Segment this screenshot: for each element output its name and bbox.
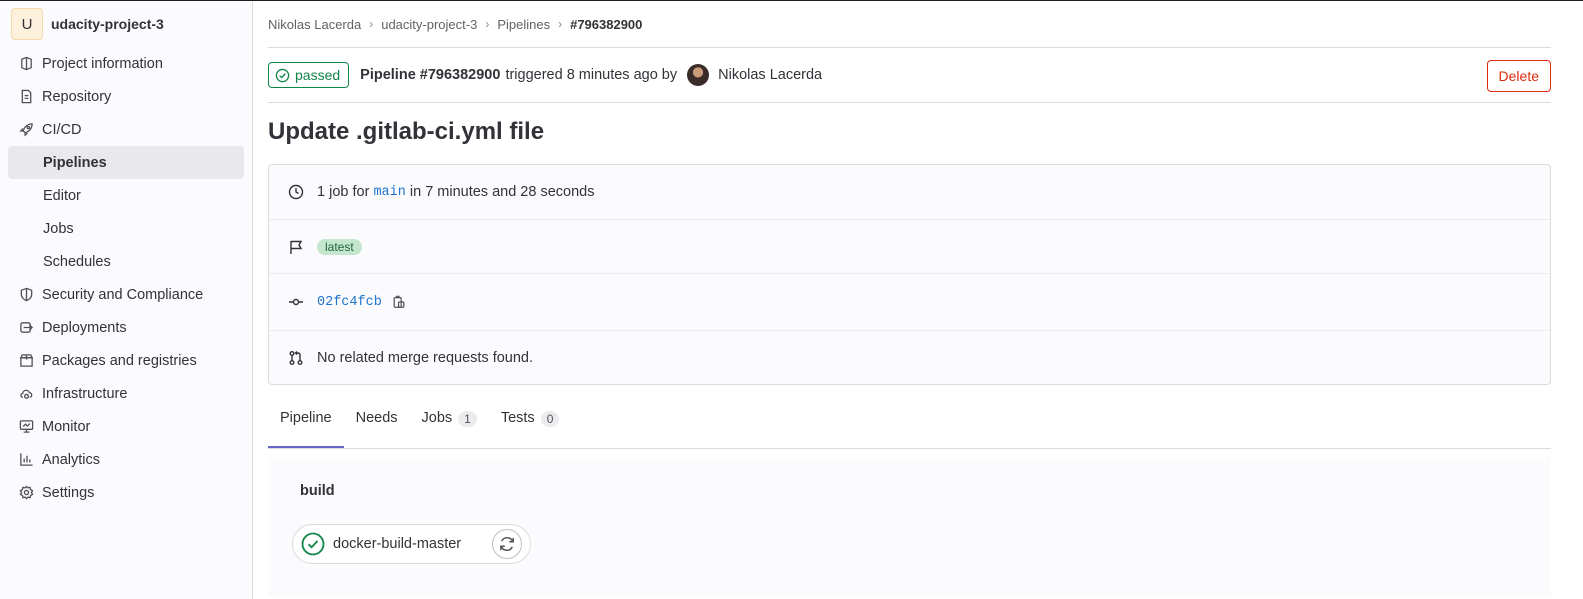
sidebar-item-label: CI/CD [42,121,82,138]
user-name[interactable]: Nikolas Lacerda [718,67,822,83]
sidebar-item-infrastructure[interactable]: Infrastructure [8,377,244,410]
sidebar-item-label: Pipelines [43,154,107,171]
pipeline-meta: triggered 8 minutes ago by [505,67,678,83]
pipeline-id: Pipeline #796382900 [360,67,501,83]
commit-sha-link[interactable]: 02fc4fcb [317,295,382,310]
sidebar-item-label: Packages and registries [42,352,197,369]
breadcrumb-item[interactable]: Pipelines [497,17,550,32]
sidebar-item-cicd[interactable]: CI/CD [8,113,244,146]
merge-request-icon [289,350,303,365]
tab-label: Tests [500,410,535,426]
info-row-merge-requests: No related merge requests found. [269,331,1550,384]
cloud-gear-icon [18,386,34,402]
flag-icon [290,240,303,254]
tag-badge: latest [317,238,362,255]
breadcrumb-item[interactable]: udacity-project-3 [381,17,477,32]
info-row-tags: latest [269,220,1550,274]
clock-icon [288,184,304,200]
sidebar-item-analytics[interactable]: Analytics [8,443,244,476]
status-label: passed [295,67,341,83]
chevron-right-icon: › [369,17,374,31]
commit-icon [289,298,303,306]
sidebar-item-repository[interactable]: Repository [8,80,244,113]
sidebar-item-label: Analytics [42,451,101,468]
copy-icon[interactable] [392,295,406,309]
status-badge[interactable]: passed [268,62,350,88]
chevron-right-icon: › [485,17,490,31]
deployments-icon [18,320,34,336]
sidebar-item-jobs[interactable]: Jobs [8,212,244,245]
sidebar-item-label: Infrastructure [42,385,128,402]
main-content: Nikolas Lacerda › udacity-project-3 › Pi… [268,1,1551,597]
monitor-icon [18,419,34,435]
success-icon [301,532,325,556]
sidebar-item-schedules[interactable]: Schedules [8,245,244,278]
pipeline-graph: build docker-build-master [268,457,1551,597]
retry-button[interactable] [492,529,522,559]
count-badge: 1 [458,411,477,427]
stage-title: build [300,483,335,499]
breadcrumb-item[interactable]: Nikolas Lacerda [268,17,361,32]
rocket-icon [18,122,34,138]
sidebar-item-label: Settings [42,484,95,501]
pipeline-header: passed Pipeline #796382900 triggered 8 m… [268,48,1551,103]
sidebar-item-label: Schedules [43,253,111,270]
tab-pipeline[interactable]: Pipeline [268,410,344,448]
tab-jobs[interactable]: Jobs 1 [410,410,489,448]
project-name[interactable]: udacity-project-3 [51,16,164,32]
avatar[interactable] [687,64,710,86]
sidebar-item-pipelines[interactable]: Pipelines [8,146,244,179]
sidebar-item-label: Editor [43,187,81,204]
tab-needs[interactable]: Needs [344,410,410,448]
jobs-summary: 1 job for [317,184,370,200]
info-row-commit: 02fc4fcb [269,274,1550,331]
page-title: Update .gitlab-ci.yml file [268,118,545,145]
document-icon [18,89,34,105]
sidebar: U udacity-project-3 Project information … [0,1,253,599]
shield-icon [18,287,34,303]
settings-icon [18,485,34,501]
branch-link[interactable]: main [373,185,405,200]
job-name: docker-build-master [333,536,462,552]
info-row-duration: 1 job for main in 7 minutes and 28 secon… [269,165,1550,220]
count-badge: 0 [540,411,560,427]
sidebar-item-label: Deployments [42,319,127,336]
package-icon [18,353,34,369]
check-circle-icon [275,68,290,82]
project-header[interactable]: U udacity-project-3 [0,1,252,47]
sidebar-item-project-information[interactable]: Project information [8,47,244,80]
sidebar-item-editor[interactable]: Editor [8,179,244,212]
sidebar-item-monitor[interactable]: Monitor [8,410,244,443]
chevron-right-icon: › [558,17,563,31]
sidebar-item-packages[interactable]: Packages and registries [8,344,244,377]
sidebar-item-settings[interactable]: Settings [8,476,244,509]
job-pill[interactable]: docker-build-master [292,524,531,564]
tab-label: Pipeline [280,410,332,426]
tab-label: Jobs [421,410,453,426]
sidebar-item-label: Project information [42,55,163,72]
project-avatar[interactable]: U [11,8,43,40]
pipeline-info-box: 1 job for main in 7 minutes and 28 secon… [268,164,1551,385]
tab-tests[interactable]: Tests 0 [489,410,572,448]
merge-requests-text: No related merge requests found. [317,349,534,366]
sidebar-item-security[interactable]: Security and Compliance [8,278,244,311]
project-icon [18,56,34,72]
sidebar-item-label: Repository [42,88,112,105]
chart-icon [18,452,34,468]
sidebar-item-label: Jobs [43,220,74,237]
breadcrumb-current[interactable]: #796382900 [570,17,642,32]
sidebar-item-label: Security and Compliance [42,286,204,303]
breadcrumb: Nikolas Lacerda › udacity-project-3 › Pi… [268,1,1551,48]
tab-label: Needs [355,410,398,426]
retry-icon [500,537,514,551]
delete-button[interactable]: Delete [1486,60,1551,92]
pipeline-tabs: Pipeline Needs Jobs 1 Tests 0 [268,385,1551,449]
sidebar-item-label: Monitor [42,418,91,435]
sidebar-item-deployments[interactable]: Deployments [8,311,244,344]
duration-text: in 7 minutes and 28 seconds [409,184,595,200]
